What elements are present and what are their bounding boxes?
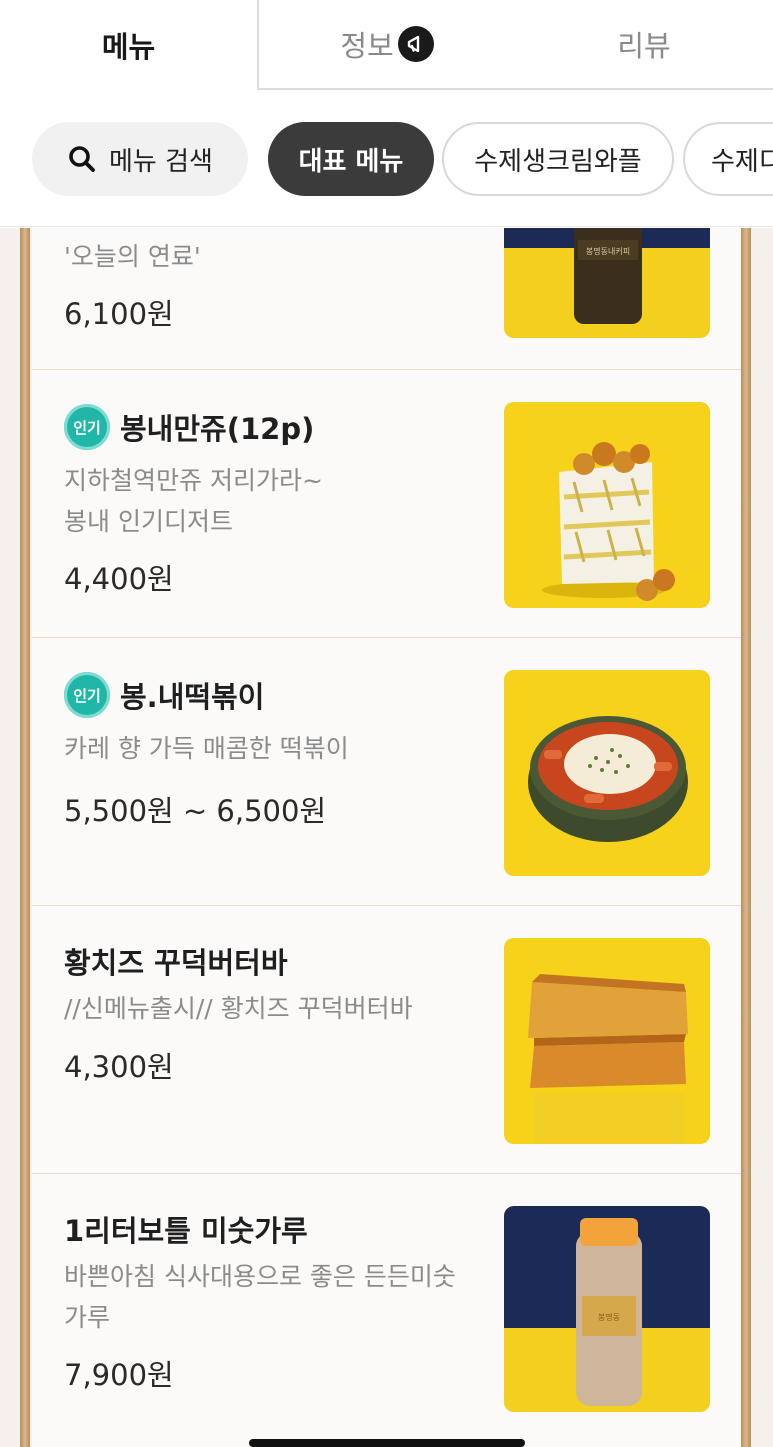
chip-handmade[interactable]: 수제디 <box>683 122 773 196</box>
menu-item-desc: 카레 향 가득 매콤한 떡볶이 <box>64 734 349 763</box>
tab-menu-label: 메뉴 <box>101 30 156 64</box>
popular-badge: 인기 <box>64 404 110 450</box>
menu-list: '오늘의 연료' 6,100원 봉명동내커피 인기 봉내만쥬(12p) 지하철역… <box>0 228 773 1447</box>
menu-item-name: 황치즈 꾸덕버터바 <box>64 946 288 980</box>
menu-search-label: 메뉴 검색 <box>109 146 213 177</box>
right-frame-rail <box>741 228 751 1447</box>
left-frame-rail <box>20 228 30 1447</box>
tab-review[interactable]: 리뷰 <box>515 0 773 90</box>
tab-review-label: 리뷰 <box>617 29 671 63</box>
menu-item-coffee[interactable]: '오늘의 연료' 6,100원 봉명동내커피 <box>32 228 741 370</box>
tab-bar: 메뉴 정보 리뷰 <box>0 0 773 90</box>
megaphone-icon <box>397 26 434 62</box>
search-icon <box>69 146 95 172</box>
menu-item-desc: 지하철역만쥬 저리가라~ 봉내 인기디저트 <box>64 466 323 536</box>
menu-item-price: 4,300원 <box>64 1050 174 1084</box>
menu-item-price: 5,500원 ~ 6,500원 <box>64 794 327 828</box>
menu-item-price: 6,100원 <box>64 297 174 331</box>
misutgaru-bottle-image: 봉명동 <box>504 1206 710 1412</box>
menu-item-name: 봉내만쥬(12p) <box>120 412 315 446</box>
menu-item-butter-bar[interactable]: 황치즈 꾸덕버터바 //신메뉴출시// 황치즈 꾸덕버터바 4,300원 <box>32 906 741 1174</box>
chip-waffle[interactable]: 수제생크림와플 <box>442 122 674 196</box>
manju-bag-image <box>504 402 710 608</box>
coffee-bottle-image: 봉명동내커피 <box>504 228 710 338</box>
menu-item-desc: //신메뉴출시// 황치즈 꾸덕버터바 <box>64 994 413 1023</box>
tteokbokki-image <box>504 670 710 876</box>
butter-bar-image <box>504 938 710 1144</box>
menu-item-price: 7,900원 <box>64 1358 174 1392</box>
tab-menu[interactable]: 메뉴 <box>0 0 257 90</box>
menu-item-desc: '오늘의 연료' <box>64 242 201 271</box>
menu-item-tteokbokki[interactable]: 인기 봉.내떡볶이 카레 향 가득 매콤한 떡볶이 5,500원 ~ 6,500… <box>32 638 741 906</box>
menu-item-name-row: 인기 봉내만쥬(12p) <box>64 404 314 450</box>
menu-item-name: 봉.내떡볶이 <box>120 680 265 714</box>
menu-item-price: 4,400원 <box>64 562 174 596</box>
menu-item-misutgaru[interactable]: 1리터보틀 미숫가루 바쁜아침 식사대용으로 좋은 든든미숫 가루 7,900원… <box>32 1174 741 1447</box>
menu-item-desc: 바쁜아침 식사대용으로 좋은 든든미숫 가루 <box>64 1262 456 1332</box>
menu-item-name: 1리터보틀 미숫가루 <box>64 1214 308 1248</box>
svg-text:봉명동: 봉명동 <box>598 1312 620 1322</box>
menu-item-manju[interactable]: 인기 봉내만쥬(12p) 지하철역만쥬 저리가라~ 봉내 인기디저트 4,400… <box>32 370 741 638</box>
home-indicator <box>249 1439 525 1447</box>
popular-badge: 인기 <box>64 672 110 718</box>
chip-signature-menu[interactable]: 대표 메뉴 <box>268 122 434 196</box>
menu-item-name-row: 인기 봉.내떡볶이 <box>64 672 264 718</box>
tab-info-label: 정보 <box>340 29 394 63</box>
tab-info[interactable]: 정보 <box>257 0 515 90</box>
svg-text:봉명동내커피: 봉명동내커피 <box>586 246 630 256</box>
menu-search-button[interactable]: 메뉴 검색 <box>32 122 248 196</box>
category-chip-bar: 메뉴 검색 대표 메뉴 수제생크림와플 수제디 <box>0 90 773 227</box>
